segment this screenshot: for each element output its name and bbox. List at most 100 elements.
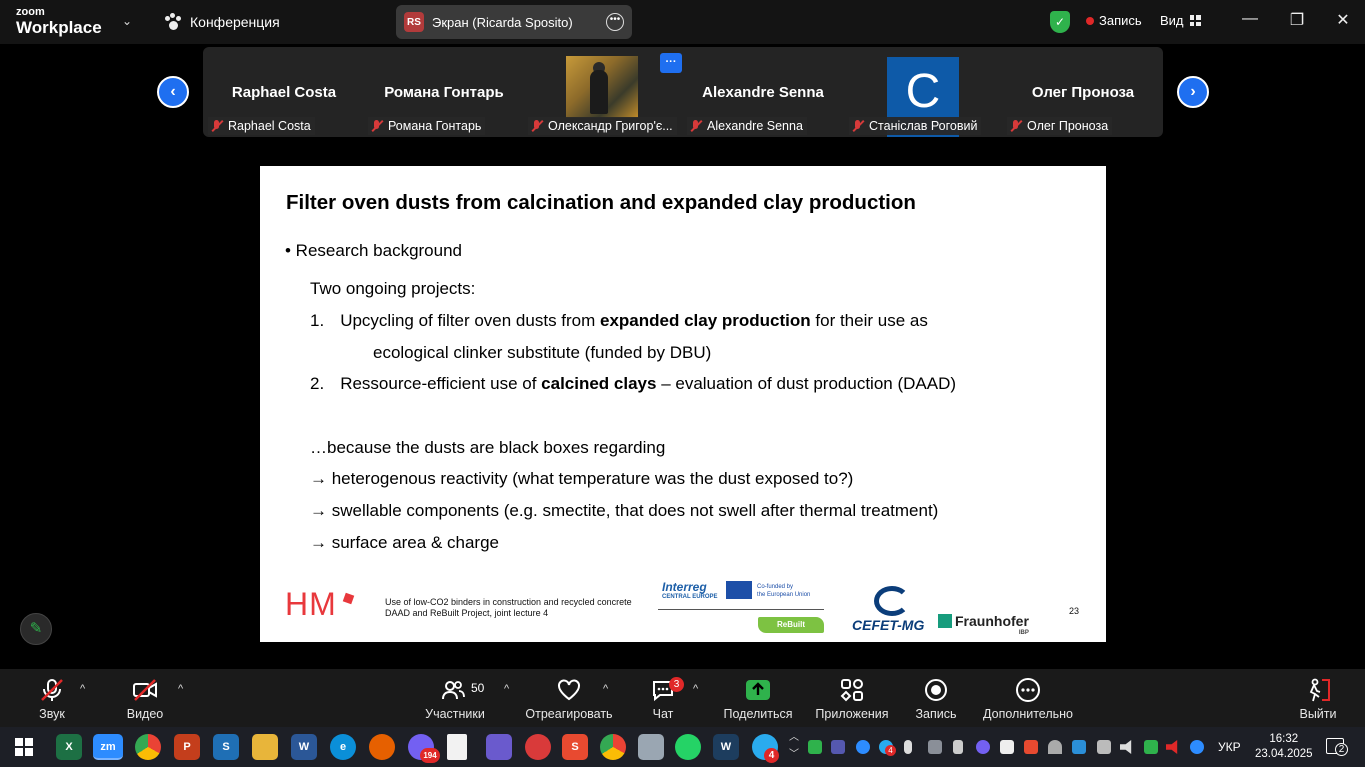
hm-logo-mark [342, 592, 355, 605]
mic-tray-icon[interactable] [904, 740, 912, 754]
annotate-pencil-icon[interactable]: ✎ [20, 613, 52, 645]
display-tray-icon[interactable] [928, 740, 942, 754]
network-tray-icon[interactable] [1097, 740, 1111, 754]
screen-share-indicator[interactable]: RS Экран (Ricarda Sposito) ••• [396, 5, 632, 39]
interreg-logo: Interreg CENTRAL EUROPE Co-funded by the … [658, 580, 824, 610]
more-icon[interactable]: ··· [660, 53, 682, 73]
minimize-icon[interactable]: — [1240, 10, 1260, 28]
volume-tray-icon[interactable] [1120, 740, 1132, 754]
brand-bottom: Workplace [16, 18, 102, 37]
video-button[interactable]: Видео [115, 669, 175, 727]
participant-tile[interactable]: Raphael Costa Raphael Costa [205, 47, 363, 137]
s-app-icon[interactable]: S [213, 734, 239, 760]
leave-label: Выйти [1299, 707, 1337, 721]
audio-button[interactable]: Звук [22, 669, 82, 727]
grid-icon [1189, 15, 1201, 26]
chat-caret-icon[interactable]: ^ [693, 683, 698, 695]
chrome-icon[interactable] [135, 734, 161, 760]
next-page-button[interactable]: › [1177, 76, 1209, 108]
prev-page-button[interactable]: ‹ [157, 76, 189, 108]
document-icon[interactable] [447, 734, 467, 760]
react-caret-icon[interactable]: ^ [603, 683, 608, 695]
app-tray-icon[interactable] [1072, 740, 1086, 754]
calculator-icon[interactable] [638, 734, 664, 760]
zoom-logo[interactable]: zoom Workplace [16, 7, 102, 37]
teams-tray-icon[interactable] [831, 740, 845, 754]
mic-muted-icon [1009, 119, 1023, 133]
video-caret-icon[interactable]: ^ [178, 683, 183, 695]
chevron-down-icon[interactable]: ⌄ [122, 14, 132, 28]
tray-badge: 4 [885, 745, 896, 756]
participant-tile[interactable]: Романа Гонтарь Романа Гонтарь [365, 47, 523, 137]
chat-label: Чат [652, 707, 674, 721]
share-button[interactable]: Поделиться [720, 669, 796, 727]
whatsapp-icon[interactable] [675, 734, 701, 760]
title-bar: zoom Workplace ⌄ Конференция RS Экран (R… [0, 0, 1365, 44]
system-clock[interactable]: 16:32 23.04.2025 [1255, 732, 1313, 762]
participants-caret-icon[interactable]: ^ [504, 683, 509, 695]
zoom-tray-icon[interactable] [1190, 740, 1204, 754]
firefox-icon[interactable] [369, 734, 395, 760]
viber-tray-icon[interactable] [976, 740, 990, 754]
people-icon [442, 681, 465, 700]
conference-menu[interactable]: Конференция [164, 13, 280, 31]
telegram-icon[interactable]: 4 [752, 734, 779, 763]
share-label: Поделиться [723, 707, 793, 721]
view-menu[interactable]: Вид [1160, 13, 1201, 28]
telegram-tray-icon[interactable]: 4 [879, 740, 896, 756]
participant-tile[interactable]: Alexandre Senna Alexandre Senna [684, 47, 842, 137]
apps-button[interactable]: Приложения [812, 669, 892, 727]
record-dot-icon [1086, 16, 1094, 25]
speaker-muted-icon[interactable] [1166, 740, 1178, 754]
slide-footer: Use of low-CO2 binders in construction a… [385, 597, 632, 618]
record-button[interactable]: Запись [905, 669, 967, 727]
usb-tray-icon[interactable] [953, 740, 963, 754]
defender-tray-icon[interactable] [1144, 740, 1158, 754]
chat-button[interactable]: 3 Чат [638, 669, 688, 727]
tray-overflow-icon[interactable]: ︿ ﹀ [789, 729, 799, 763]
conference-label: Конференция [190, 14, 280, 30]
audio-caret-icon[interactable]: ^ [80, 683, 85, 695]
slide-arrow-2: → swellable components (e.g. smectite, t… [310, 501, 939, 520]
participant-tile[interactable]: Олег Проноза Олег Проноза [1004, 47, 1162, 137]
file-explorer-icon[interactable] [252, 734, 278, 760]
react-button[interactable]: Отреагировать [524, 669, 614, 727]
shield-check-icon[interactable]: ✓ [1050, 11, 1070, 33]
more-options-icon[interactable]: ••• [606, 13, 624, 31]
slides-app-icon[interactable]: S [562, 734, 588, 760]
chrome-profile-icon[interactable] [600, 734, 626, 760]
zoom-taskbar-icon[interactable]: zm [93, 734, 123, 760]
vpn-tray-icon[interactable] [856, 740, 870, 754]
rebuilt-logo: ReBuilt [758, 617, 824, 633]
more-label: Дополнительно [983, 707, 1073, 721]
recording-indicator[interactable]: Запись [1086, 13, 1142, 28]
language-indicator[interactable]: УКР [1218, 740, 1241, 754]
heart-icon [558, 679, 580, 701]
powerpoint-icon[interactable]: P [174, 734, 200, 760]
more-button[interactable]: Дополнительно [980, 669, 1076, 727]
telegram-badge: 4 [764, 748, 779, 763]
participant-name: Романа Гонтарь [384, 84, 504, 101]
webex-icon[interactable]: W [713, 734, 739, 760]
slides-tray-icon[interactable] [1024, 740, 1038, 754]
battery-tray-icon[interactable] [1000, 740, 1014, 754]
participant-tile[interactable]: C Станіслав Роговий [846, 47, 1004, 137]
leave-button[interactable]: Выйти [1292, 669, 1344, 727]
recovery-icon[interactable] [525, 734, 551, 760]
shield-tray-icon[interactable] [808, 740, 822, 754]
shared-slide: Filter oven dusts from calcination and e… [260, 166, 1106, 642]
restore-icon[interactable]: ❐ [1287, 10, 1307, 30]
record-label: Запись [915, 707, 957, 721]
edge-icon[interactable]: e [330, 734, 356, 760]
apps-icon [840, 679, 863, 702]
wifi-tray-icon[interactable] [1048, 740, 1062, 754]
viber-icon[interactable]: 194 [408, 734, 440, 763]
save-icon[interactable] [486, 734, 512, 760]
excel-icon[interactable]: X [56, 734, 82, 760]
slide-bullet: • Research background [285, 241, 462, 260]
close-icon[interactable]: ✕ [1333, 10, 1353, 30]
participants-button[interactable]: 50 Участники [418, 669, 492, 727]
word-icon[interactable]: W [291, 734, 317, 760]
windows-start-icon[interactable] [15, 738, 33, 756]
notification-center-icon[interactable]: 2 [1326, 738, 1348, 756]
